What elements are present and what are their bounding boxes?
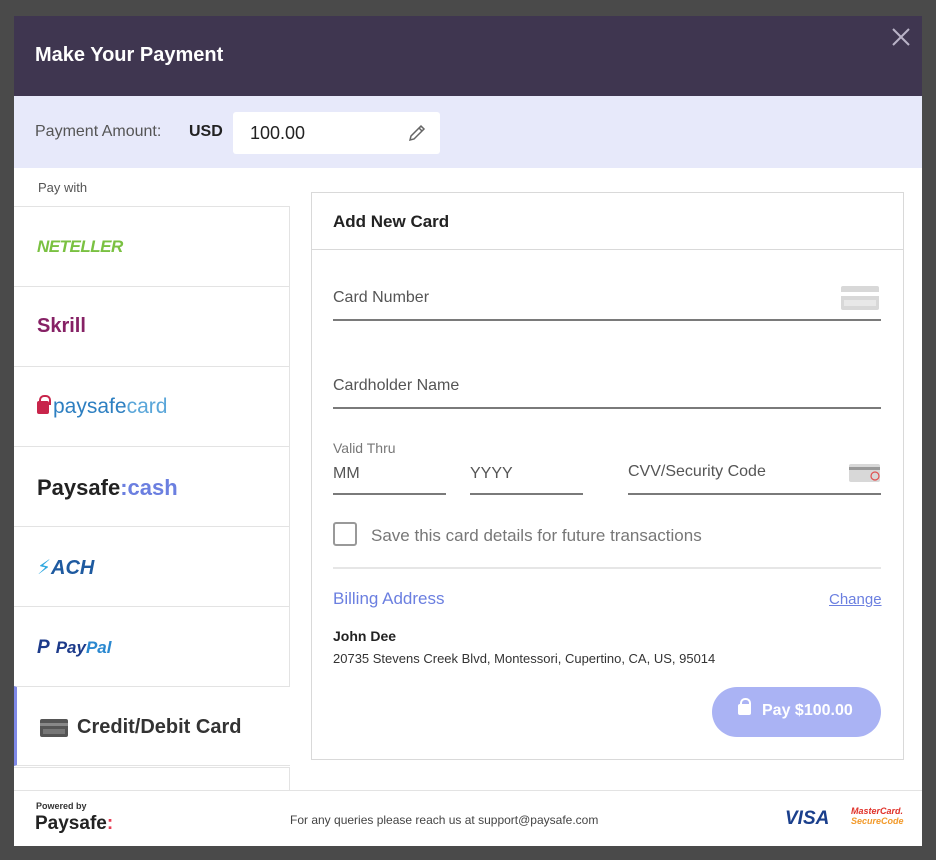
lock-icon <box>738 698 751 715</box>
paypal-logo-text: Pay <box>55 638 86 657</box>
payment-methods-sidebar: Pay with NETELLER Skrill paysafecard Pay… <box>14 168 290 791</box>
sidebar-item-more[interactable] <box>14 767 290 791</box>
save-card-label: Save this card details for future transa… <box>371 526 702 545</box>
paysafecard-logo: paysafecard <box>37 395 167 419</box>
pay-with-label: Pay with <box>38 180 88 195</box>
paysafecash-logo: Paysafe:cash <box>37 475 178 501</box>
lightning-icon: ⚡ <box>37 557 52 579</box>
card-number-field[interactable]: Card Number <box>333 283 881 321</box>
cardholder-name-field[interactable]: Cardholder Name <box>333 371 881 409</box>
paypal-logo: P PayPal <box>37 637 111 659</box>
paypal-p-icon: P <box>37 637 50 658</box>
valid-thru-label: Valid Thru <box>333 440 396 456</box>
support-text: For any queries please reach us at suppo… <box>290 813 599 827</box>
cardholder-name-placeholder: Cardholder Name <box>333 377 460 394</box>
sidebar-item-paysafecard[interactable]: paysafecard <box>14 366 290 446</box>
paysafecash-logo-text: Paysafe <box>37 475 121 500</box>
paypal-logo-suffix: Pal <box>85 638 112 657</box>
mastercard-logo-text: MasterCard. <box>851 806 904 816</box>
card-icon <box>841 286 879 310</box>
ach-logo: ⚡ACH <box>37 555 94 580</box>
paysafe-logo: Paysafe: <box>35 813 113 835</box>
change-address-link[interactable]: Change <box>829 591 882 608</box>
modal-title: Make Your Payment <box>35 44 224 66</box>
amount-input[interactable]: 100.00 <box>233 112 440 154</box>
payment-amount-bar: Payment Amount: USD 100.00 <box>14 96 922 168</box>
sidebar-item-paypal[interactable]: P PayPal <box>14 606 290 686</box>
currency-label: USD <box>189 123 223 140</box>
mastercard-securecode-logo: MasterCard. SecureCode <box>851 806 911 826</box>
sidebar-item-ach[interactable]: ⚡ACH <box>14 526 290 606</box>
add-card-panel: Add New Card Card Number Cardholder Name… <box>311 192 904 760</box>
paysafe-logo-colon: : <box>106 813 114 834</box>
save-card-checkbox[interactable] <box>333 522 357 546</box>
sidebar-item-credit-card[interactable]: Credit/Debit Card <box>14 686 290 766</box>
form-divider <box>333 567 881 569</box>
footer: Powered by Paysafe: For any queries plea… <box>14 790 922 846</box>
expiry-year-field[interactable]: YYYY <box>470 461 583 495</box>
modal-header: Make Your Payment <box>14 16 922 96</box>
credit-card-icon <box>40 719 68 737</box>
card-number-placeholder: Card Number <box>333 289 430 306</box>
visa-logo: VISA <box>785 808 830 829</box>
expiry-year-placeholder: YYYY <box>470 465 513 482</box>
panel-divider <box>312 249 903 250</box>
cvv-card-icon <box>849 464 880 482</box>
cvv-placeholder: CVV/Security Code <box>628 463 766 480</box>
pay-button-label: Pay $100.00 <box>762 702 853 719</box>
paysafecash-logo-suffix: :cash <box>120 475 178 500</box>
pencil-icon[interactable] <box>406 122 428 144</box>
sidebar-item-paysafecash[interactable]: Paysafe:cash <box>14 446 290 526</box>
payment-modal: Make Your Payment Payment Amount: USD 10… <box>14 16 922 846</box>
securecode-logo-text: SecureCode <box>851 816 904 826</box>
cvv-field[interactable]: CVV/Security Code <box>628 457 881 495</box>
paysafecard-logo-text: paysafe <box>53 395 127 418</box>
pay-button[interactable]: Pay $100.00 <box>712 687 881 737</box>
sidebar-item-neteller[interactable]: NETELLER <box>14 206 290 286</box>
neteller-logo: NETELLER <box>37 237 123 256</box>
add-card-title: Add New Card <box>333 212 450 231</box>
close-icon[interactable] <box>890 26 912 48</box>
amount-value[interactable]: 100.00 <box>250 123 305 144</box>
paysafecard-logo-suffix: card <box>126 395 168 418</box>
paysafe-logo-text: Paysafe <box>35 813 107 834</box>
expiry-month-placeholder: MM <box>333 465 360 482</box>
billing-name: John Dee <box>333 628 397 644</box>
billing-address-title: Billing Address <box>333 589 445 608</box>
credit-card-label: Credit/Debit Card <box>77 716 242 738</box>
billing-address-text: 20735 Stevens Creek Blvd, Montessori, Cu… <box>333 651 716 666</box>
lock-icon <box>37 395 51 414</box>
powered-by-label: Powered by <box>36 801 87 811</box>
ach-logo-text: ACH <box>51 557 95 579</box>
payment-amount-label: Payment Amount: <box>35 123 162 140</box>
expiry-month-field[interactable]: MM <box>333 461 446 495</box>
skrill-logo: Skrill <box>37 315 86 337</box>
sidebar-item-skrill[interactable]: Skrill <box>14 286 290 366</box>
